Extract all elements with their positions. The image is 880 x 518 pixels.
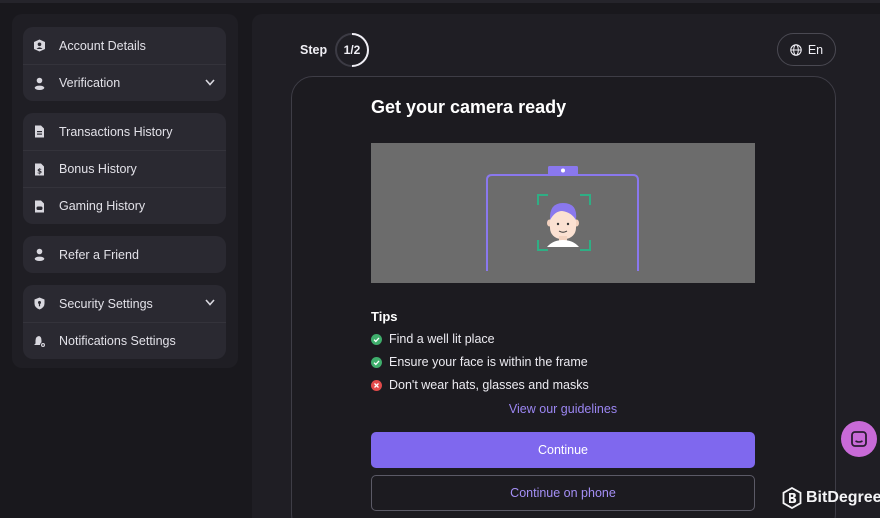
face-frame-illustration xyxy=(486,166,639,271)
top-bar xyxy=(0,0,880,3)
account-icon xyxy=(34,39,45,52)
sidebar-item-notifications-settings[interactable]: Notifications Settings xyxy=(23,322,226,359)
tip-item: Ensure your face is within the frame xyxy=(371,355,588,369)
step-label: Step xyxy=(300,43,328,57)
check-circle-icon xyxy=(371,356,382,368)
sidebar-item-label: Bonus History xyxy=(59,162,137,176)
step-indicator: 1/2 xyxy=(335,33,369,67)
sidebar-item-security-settings[interactable]: Security Settings xyxy=(23,285,226,322)
sidebar-item-refer-a-friend[interactable]: Refer a Friend xyxy=(23,236,226,273)
watermark-text: BitDegree xyxy=(806,489,880,506)
view-guidelines-link[interactable]: View our guidelines xyxy=(371,402,755,416)
tip-text: Find a well lit place xyxy=(389,332,495,346)
chevron-down-icon[interactable] xyxy=(205,79,215,86)
chat-icon xyxy=(851,431,867,447)
document-dollar-icon: $ xyxy=(35,163,44,176)
sidebar-group-settings: Security Settings Notifications Settings xyxy=(23,285,226,359)
language-label: En xyxy=(807,42,824,57)
check-circle-icon xyxy=(371,333,382,345)
document-icon xyxy=(35,125,44,138)
chevron-down-icon[interactable] xyxy=(205,299,215,306)
tips-heading: Tips xyxy=(371,309,398,324)
x-circle-icon xyxy=(371,379,382,391)
user-icon xyxy=(34,77,45,90)
globe-icon xyxy=(790,43,802,56)
bitdegree-watermark: BitDegree xyxy=(782,487,880,509)
chat-support-button[interactable] xyxy=(841,421,877,457)
sidebar-item-bonus-history[interactable]: $ Bonus History xyxy=(23,150,226,187)
sidebar-item-verification[interactable]: Verification xyxy=(23,64,226,101)
tip-item: Find a well lit place xyxy=(371,332,495,346)
sidebar-item-gaming-history[interactable]: Gaming History xyxy=(23,187,226,224)
sidebar-item-transactions-history[interactable]: Transactions History xyxy=(23,113,226,150)
sidebar: Account Details Verification Transaction… xyxy=(12,14,238,368)
tip-text: Don't wear hats, glasses and masks xyxy=(389,378,589,392)
svg-text:$: $ xyxy=(37,168,42,176)
user-icon xyxy=(34,248,45,261)
bell-gear-icon xyxy=(34,336,46,348)
tip-item: Don't wear hats, glasses and masks xyxy=(371,378,589,392)
shield-icon xyxy=(34,297,45,310)
sidebar-item-label: Security Settings xyxy=(59,296,153,311)
tip-text: Ensure your face is within the frame xyxy=(389,355,588,369)
sidebar-group-history: Transactions History $ Bonus History Gam… xyxy=(23,113,226,224)
language-selector[interactable]: En xyxy=(777,33,836,66)
bitdegree-logo-icon xyxy=(782,487,802,509)
camera-illustration xyxy=(371,143,755,283)
sidebar-item-label: Account Details xyxy=(59,38,146,53)
sidebar-group-account: Account Details Verification xyxy=(23,27,226,101)
sidebar-item-label: Notifications Settings xyxy=(59,334,176,348)
step-progress-ring xyxy=(351,33,369,67)
sidebar-item-label: Transactions History xyxy=(59,124,173,139)
sidebar-item-label: Gaming History xyxy=(59,199,146,213)
sidebar-group-referral: Refer a Friend xyxy=(23,236,226,273)
sidebar-item-account-details[interactable]: Account Details xyxy=(23,27,226,64)
continue-button[interactable]: Continue xyxy=(371,432,755,468)
continue-on-phone-button[interactable]: Continue on phone xyxy=(371,475,755,511)
document-game-icon xyxy=(35,200,44,213)
sidebar-item-label: Refer a Friend xyxy=(59,247,139,262)
sidebar-item-label: Verification xyxy=(59,76,121,90)
page-title: Get your camera ready xyxy=(371,97,567,117)
